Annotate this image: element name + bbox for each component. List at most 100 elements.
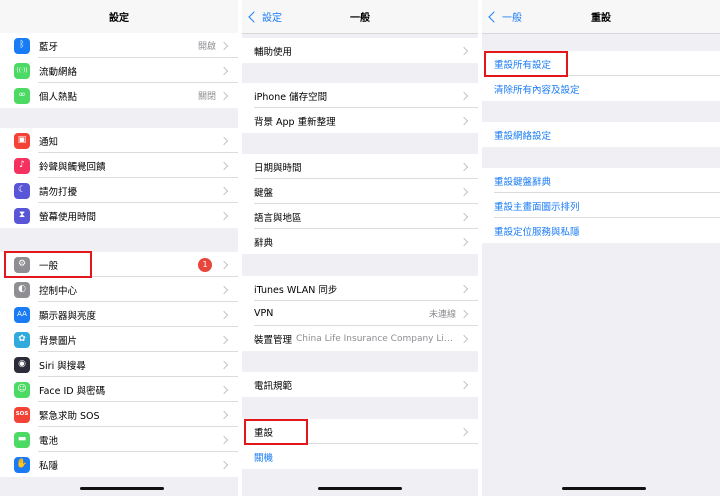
chevron-right-icon [219, 66, 229, 76]
page-title: 一般 [350, 13, 370, 24]
chevron-left-icon [488, 10, 500, 23]
settings-row-sos[interactable]: SOS 緊急求助 SOS [0, 402, 238, 427]
chevron-right-icon [459, 116, 469, 126]
chevron-right-icon [459, 187, 469, 197]
wallpaper-icon: ✿ [14, 331, 30, 348]
row-label: 背景圖片 [39, 335, 78, 347]
settings-panel: 設定 ᛒ 藍牙 開啟 ((·)) 流動網絡 ∞ 個人熱點 關閉 ▣ 通知 ♪ 鈴… [0, 0, 238, 496]
reset-location-privacy[interactable]: 重設定位服務與私隱 [482, 218, 720, 243]
general-row-storage[interactable]: iPhone 儲存空間 [242, 83, 478, 108]
reset-nav-bar: 一般 重設 [482, 0, 720, 34]
settings-row-bluetooth[interactable]: ᛒ 藍牙 開啟 [0, 33, 238, 58]
reset-home-screen-layout[interactable]: 重設主畫面圖示排列 [482, 193, 720, 218]
general-row-date-time[interactable]: 日期與時間 [242, 154, 478, 179]
home-indicator [318, 487, 402, 490]
chevron-right-icon [219, 260, 229, 270]
general-row-device-management[interactable]: 裝置管理 China Life Insurance Company Lim... [242, 326, 478, 351]
general-panel: 設定 一般 輔助使用 iPhone 儲存空間 背景 App 重新整理 日期與時間… [242, 0, 478, 496]
row-label: 關機 [254, 452, 274, 464]
back-label: 一般 [502, 13, 522, 24]
row-label: 辭典 [254, 237, 274, 249]
row-value: 關閉 [197, 92, 216, 102]
general-row-dictionary[interactable]: 辭典 [242, 229, 478, 254]
settings-row-display[interactable]: AA 顯示器與亮度 [0, 302, 238, 327]
siri-icon: ◉ [14, 356, 30, 373]
settings-row-privacy[interactable]: ✋ 私隱 [0, 452, 238, 477]
chevron-right-icon [219, 186, 229, 196]
chevron-right-icon [219, 91, 229, 101]
display-icon: AA [14, 306, 30, 323]
erase-all-content[interactable]: 清除所有內容及設定 [482, 76, 720, 101]
row-value: 開啟 [197, 42, 216, 52]
row-label: 裝置管理 [254, 334, 293, 346]
general-row-language-region[interactable]: 語言與地區 [242, 204, 478, 229]
settings-row-screen-time[interactable]: ⧗ 螢幕使用時間 [0, 203, 238, 228]
settings-row-cellular[interactable]: ((·)) 流動網絡 [0, 58, 238, 83]
highlight-box-general [4, 251, 92, 278]
reset-network-settings[interactable]: 重設網絡設定 [482, 122, 720, 147]
row-label: 日期與時間 [254, 162, 302, 174]
settings-row-wallpaper[interactable]: ✿ 背景圖片 [0, 327, 238, 352]
hotspot-icon: ∞ [14, 87, 30, 104]
chevron-right-icon [219, 435, 229, 445]
row-label: Face ID 與密碼 [39, 385, 106, 397]
row-label: 鈴聲與觸覺回饋 [39, 161, 106, 173]
back-button[interactable]: 設定 [248, 0, 282, 33]
settings-row-notifications[interactable]: ▣ 通知 [0, 128, 238, 153]
general-row-shut-down[interactable]: 關機 [242, 444, 478, 469]
reset-keyboard-dictionary[interactable]: 重設鍵盤辭典 [482, 168, 720, 193]
row-label: 重設網絡設定 [494, 130, 552, 142]
row-value: China Life Insurance Company Lim... [296, 333, 456, 344]
settings-row-sounds[interactable]: ♪ 鈴聲與觸覺回饋 [0, 153, 238, 178]
chevron-left-icon [248, 10, 260, 23]
settings-row-hotspot[interactable]: ∞ 個人熱點 關閉 [0, 83, 238, 108]
settings-row-battery[interactable]: ▬ 電池 [0, 427, 238, 452]
row-label: 請勿打擾 [39, 186, 78, 198]
row-label: 清除所有內容及設定 [494, 84, 580, 96]
general-row-vpn[interactable]: VPN 未連線 [242, 301, 478, 326]
chevron-right-icon [459, 46, 469, 56]
general-row-background-refresh[interactable]: 背景 App 重新整理 [242, 108, 478, 133]
chevron-right-icon [219, 136, 229, 146]
sos-icon: SOS [14, 406, 30, 423]
row-label: 藍牙 [39, 41, 59, 53]
sounds-icon: ♪ [14, 157, 30, 174]
chevron-right-icon [459, 237, 469, 247]
row-label: Siri 與搜尋 [39, 360, 86, 372]
chevron-right-icon [219, 161, 229, 171]
notifications-icon: ▣ [14, 132, 30, 149]
screen-time-icon: ⧗ [14, 207, 30, 224]
control-center-icon: ◐ [14, 281, 30, 298]
general-row-regulatory[interactable]: 電訊規範 [242, 372, 478, 397]
face-id-icon: ☺ [14, 381, 30, 398]
general-row-itunes-wlan-sync[interactable]: iTunes WLAN 同步 [242, 276, 478, 301]
privacy-icon: ✋ [14, 456, 30, 473]
chevron-right-icon [219, 410, 229, 420]
chevron-right-icon [219, 211, 229, 221]
chevron-right-icon [219, 310, 229, 320]
bluetooth-icon: ᛒ [14, 37, 30, 54]
settings-row-face-id[interactable]: ☺ Face ID 與密碼 [0, 377, 238, 402]
back-label: 設定 [262, 13, 282, 24]
general-row-keyboard[interactable]: 鍵盤 [242, 179, 478, 204]
row-label: 背景 App 重新整理 [254, 116, 336, 128]
row-label: 通知 [39, 136, 59, 148]
row-label: 控制中心 [39, 285, 78, 297]
screenshot-composite: 設定 ᛒ 藍牙 開啟 ((·)) 流動網絡 ∞ 個人熱點 關閉 ▣ 通知 ♪ 鈴… [0, 0, 720, 496]
chevron-right-icon [219, 460, 229, 470]
settings-row-do-not-disturb[interactable]: ☾ 請勿打擾 [0, 178, 238, 203]
chevron-right-icon [219, 41, 229, 51]
general-nav-bar: 設定 一般 [242, 0, 478, 34]
settings-row-siri[interactable]: ◉ Siri 與搜尋 [0, 352, 238, 377]
row-value: 未連線 [428, 310, 456, 320]
page-title: 設定 [109, 13, 129, 24]
general-row-accessibility[interactable]: 輔助使用 [242, 38, 478, 63]
chevron-right-icon [459, 380, 469, 390]
chevron-right-icon [459, 427, 469, 437]
row-label: 流動網絡 [39, 66, 78, 78]
back-button[interactable]: 一般 [488, 0, 522, 33]
settings-row-control-center[interactable]: ◐ 控制中心 [0, 277, 238, 302]
settings-nav-bar: 設定 [0, 0, 238, 34]
row-label: iPhone 儲存空間 [254, 91, 328, 103]
row-label: 電訊規範 [254, 380, 293, 392]
